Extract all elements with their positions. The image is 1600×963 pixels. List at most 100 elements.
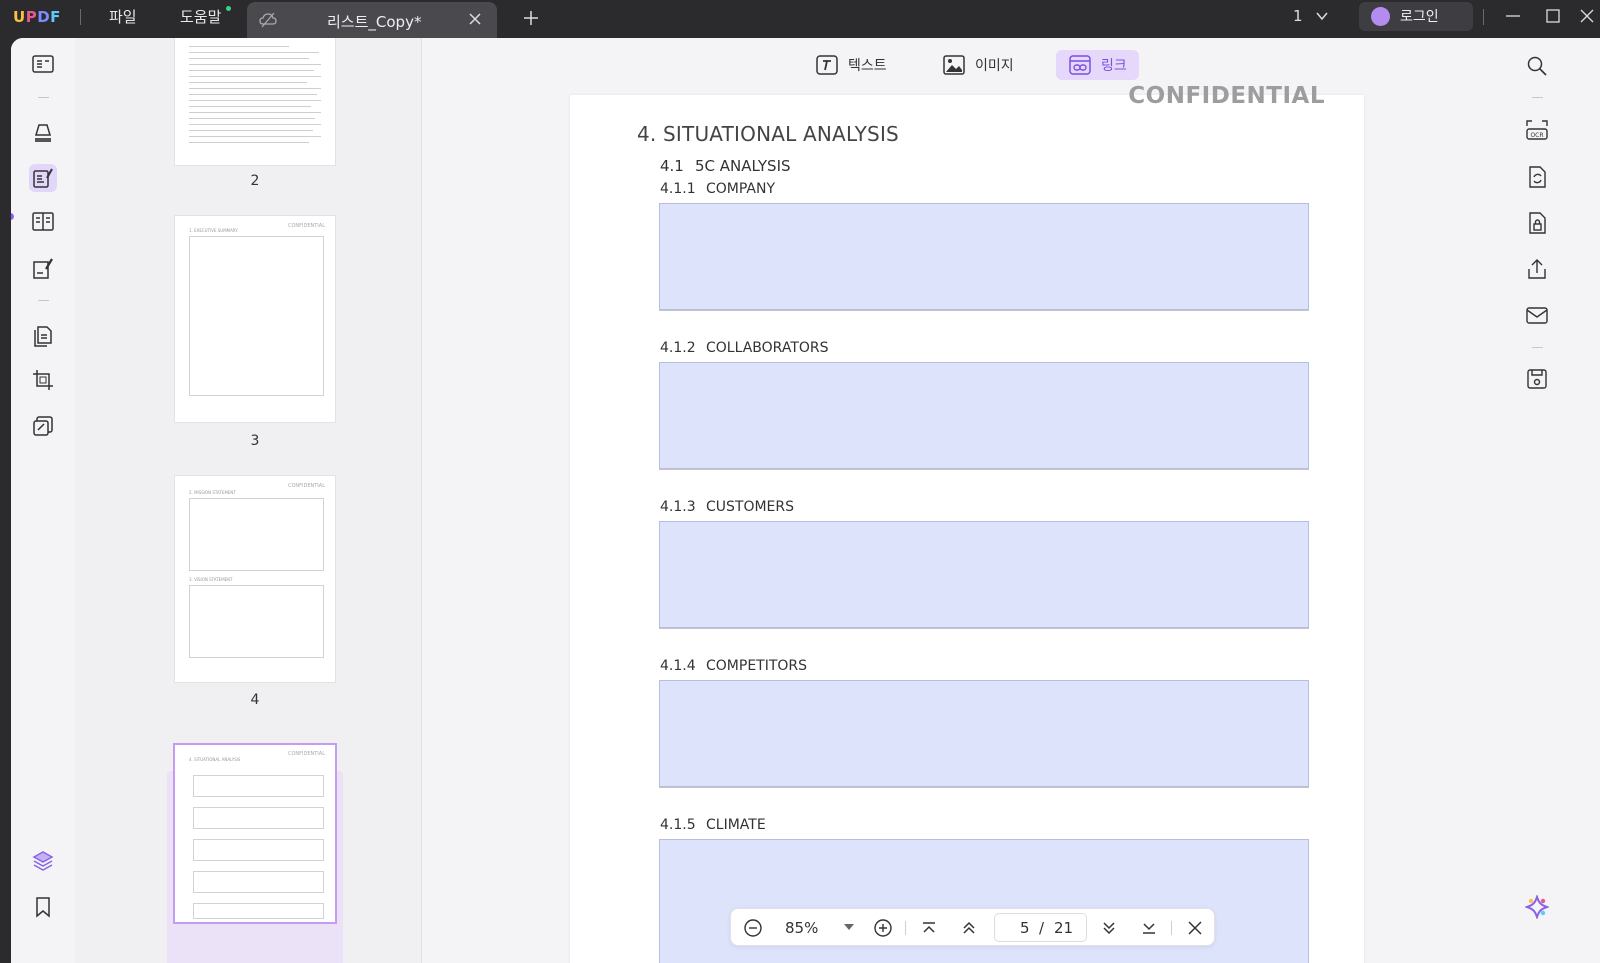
- share-icon: [1528, 259, 1546, 279]
- app-window: 2 CONFIDENTIAL 1. EXECUTIVE SUMMARY 3 CO…: [11, 38, 1600, 963]
- page-number-input[interactable]: 5 / 21: [994, 913, 1087, 942]
- stamp-icon: [33, 416, 53, 436]
- document-viewer[interactable]: CONFIDENTIAL 4. SITUATIONAL ANALYSIS 4.1…: [423, 38, 1505, 963]
- minimize-icon[interactable]: [1504, 7, 1522, 25]
- crop-icon: [33, 370, 53, 390]
- protect-icon: [1529, 212, 1546, 234]
- zoom-level[interactable]: 85%: [785, 919, 818, 937]
- previous-page-icon[interactable]: [959, 918, 979, 938]
- section-heading[interactable]: 4. SITUATIONAL ANALYSIS: [637, 122, 899, 146]
- first-page-icon[interactable]: [919, 918, 939, 938]
- active-marker: [11, 213, 14, 220]
- field-label[interactable]: 4.1.3 CUSTOMERS: [660, 499, 794, 515]
- field-label[interactable]: 4.1.2 COLLABORATORS: [660, 340, 829, 356]
- title-bar: UPDF 파일 도움말 리스트_Copy* 1 로그인: [0, 0, 1600, 38]
- convert-button[interactable]: [1525, 165, 1549, 189]
- field-label[interactable]: 4.1.5 CLIMATE: [660, 817, 766, 833]
- updf-logo[interactable]: UPDF: [13, 8, 61, 26]
- convert-icon: [1529, 166, 1546, 188]
- add-text-button[interactable]: 텍스트: [803, 50, 899, 80]
- cloud-off-icon: [259, 12, 277, 28]
- edit-pdf-button[interactable]: [29, 164, 57, 192]
- ocr-button[interactable]: OCR: [1525, 118, 1549, 142]
- email-icon: [1526, 307, 1548, 324]
- share-button[interactable]: [1525, 257, 1549, 281]
- divider: [38, 300, 49, 301]
- sign-button[interactable]: [29, 255, 57, 283]
- window-count[interactable]: 1: [1293, 7, 1303, 25]
- page-thumbnail[interactable]: CONFIDENTIAL 1. EXECUTIVE SUMMARY: [175, 216, 335, 422]
- zoom-dropdown-icon[interactable]: [843, 922, 855, 932]
- sign-icon: [33, 258, 53, 279]
- zoom-navigation-bar: 85% 5 / 21: [730, 908, 1215, 946]
- save-icon: [1527, 369, 1547, 389]
- pdf-page[interactable]: CONFIDENTIAL 4. SITUATIONAL ANALYSIS 4.1…: [570, 83, 1364, 963]
- avatar: [1371, 7, 1390, 26]
- stamp-button[interactable]: [29, 412, 57, 440]
- next-page-icon[interactable]: [1099, 918, 1119, 938]
- reader-button[interactable]: [29, 51, 57, 79]
- save-button[interactable]: [1525, 367, 1549, 391]
- close-bar-icon[interactable]: [1185, 918, 1205, 938]
- organize-pages-icon: [34, 326, 52, 347]
- bookmark-button[interactable]: [29, 893, 57, 921]
- document-tab[interactable]: 리스트_Copy*: [247, 2, 497, 38]
- page-thumbnail[interactable]: [175, 38, 335, 165]
- text-field-collaborators[interactable]: [659, 362, 1309, 469]
- form-button[interactable]: [29, 208, 57, 236]
- layers-icon: [32, 851, 54, 871]
- maximize-icon[interactable]: [1544, 7, 1562, 25]
- divider: [905, 921, 906, 935]
- notification-dot: [226, 6, 231, 11]
- edit-toolbar: 텍스트 이미지 링크: [423, 50, 1505, 82]
- ai-assistant-button[interactable]: [1525, 895, 1549, 919]
- page-number-label: 3: [250, 433, 260, 449]
- text-field-customers[interactable]: [659, 521, 1309, 628]
- svg-text:OCR: OCR: [1530, 132, 1543, 139]
- chevron-down-icon[interactable]: [1315, 9, 1329, 23]
- add-image-button[interactable]: 이미지: [930, 50, 1026, 80]
- search-icon: [1527, 56, 1547, 76]
- layers-button[interactable]: [29, 847, 57, 875]
- zoom-out-icon[interactable]: [743, 918, 763, 938]
- close-window-icon[interactable]: [1578, 7, 1596, 25]
- subsection-heading[interactable]: 4.1 5C ANALYSIS: [660, 157, 791, 175]
- ai-assistant-icon: [1525, 895, 1549, 919]
- comment-button[interactable]: [29, 119, 57, 147]
- page-number-label: 2: [250, 173, 260, 189]
- search-button[interactable]: [1525, 54, 1549, 78]
- menu-help[interactable]: 도움말: [180, 6, 221, 27]
- close-tab-icon[interactable]: [467, 11, 483, 27]
- divider: [80, 9, 81, 25]
- text-field-company[interactable]: [659, 203, 1309, 310]
- divider: [1171, 921, 1172, 935]
- text-field-competitors[interactable]: [659, 680, 1309, 787]
- left-toolbar: [11, 38, 75, 963]
- add-link-button[interactable]: 링크: [1056, 50, 1139, 80]
- organize-pages-button[interactable]: [29, 322, 57, 350]
- crop-button[interactable]: [29, 366, 57, 394]
- zoom-in-icon[interactable]: [873, 918, 893, 938]
- login-button[interactable]: 로그인: [1359, 2, 1473, 31]
- page-thumbnail-current[interactable]: CONFIDENTIAL 4. SITUATIONAL ANALYSIS: [175, 745, 335, 922]
- last-page-icon[interactable]: [1139, 918, 1159, 938]
- thumbnail-panel: 2 CONFIDENTIAL 1. EXECUTIVE SUMMARY 3 CO…: [75, 38, 422, 963]
- edit-pdf-icon: [33, 168, 53, 188]
- tab-title: 리스트_Copy*: [327, 13, 422, 31]
- divider: [1483, 9, 1484, 25]
- field-label[interactable]: 4.1.1 COMPANY: [660, 181, 775, 197]
- confidential-header: CONFIDENTIAL: [1128, 83, 1325, 109]
- page-number-label: 4: [250, 692, 260, 708]
- field-label[interactable]: 4.1.4 COMPETITORS: [660, 658, 807, 674]
- highlighter-icon: [34, 124, 52, 142]
- form-icon: [32, 212, 54, 231]
- page-thumbnail[interactable]: CONFIDENTIAL 2. MISSION STATEMENT 3. VIS…: [175, 476, 335, 682]
- protect-button[interactable]: [1525, 211, 1549, 235]
- new-tab-icon[interactable]: [522, 9, 540, 27]
- menu-file[interactable]: 파일: [109, 6, 137, 27]
- reader-icon: [32, 55, 54, 73]
- email-button[interactable]: [1525, 303, 1549, 327]
- login-label: 로그인: [1400, 9, 1439, 25]
- divider: [38, 97, 49, 98]
- ocr-icon: OCR: [1526, 120, 1548, 140]
